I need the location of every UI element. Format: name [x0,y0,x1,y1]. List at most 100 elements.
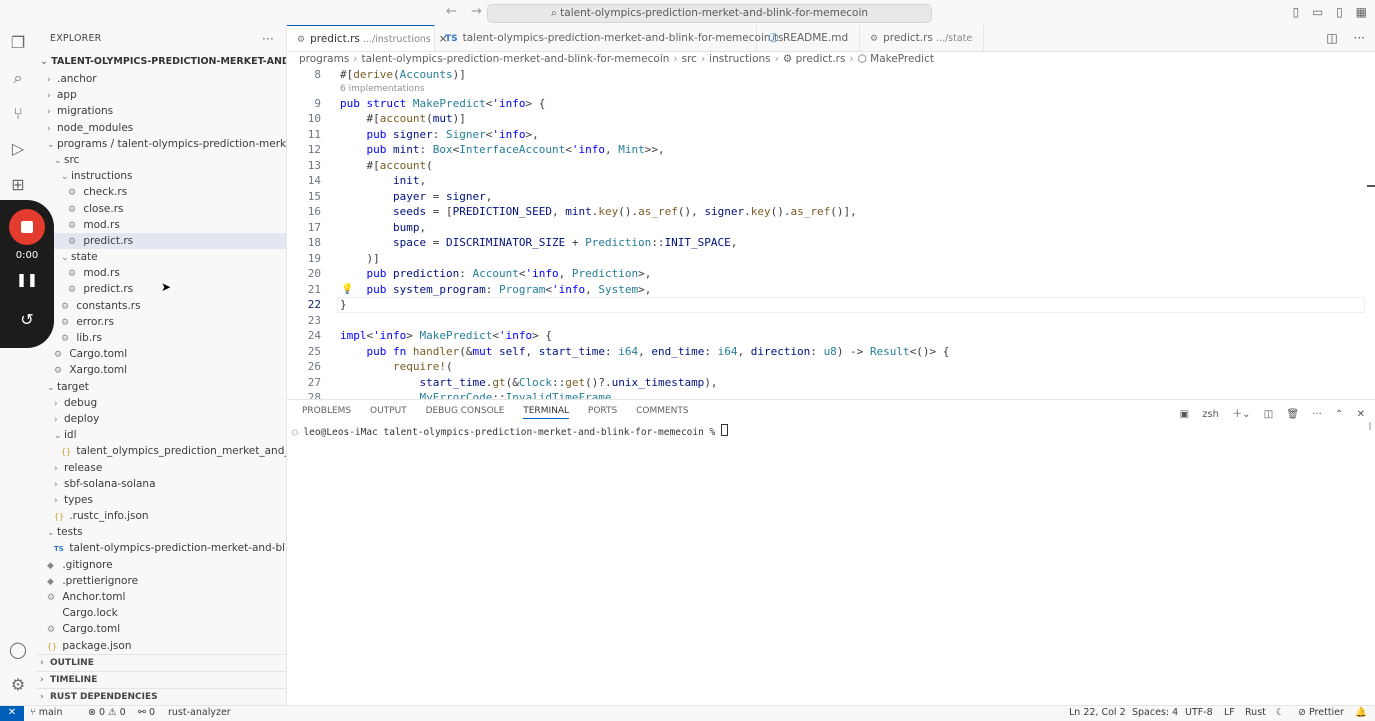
remote-indicator-icon[interactable]: ✕ [0,706,24,721]
codelens-implementations[interactable]: 6 implementations [287,83,1367,96]
code-line[interactable]: 20 pub prediction: Account<'info, Predic… [287,266,1367,282]
indentation[interactable]: Spaces: 4 [1132,706,1178,720]
tree-item[interactable]: ⚙ mod.rs [36,265,286,281]
tree-item[interactable]: ◆ .prettierignore [36,573,286,589]
end-of-line[interactable]: LF [1224,706,1235,720]
code-line[interactable]: 9 pub struct MakePredict<'info> { [287,96,1367,112]
code-editor[interactable]: 8 #[derive(Accounts)] 6 implementations 9 pu… [287,67,1367,406]
terminal-shell-selector[interactable]: ▣ zsh [1170,409,1219,420]
code-line[interactable]: 11 pub signer: Signer<'info>, [287,127,1367,143]
tree-item[interactable]: ⚙ lib.rs [36,330,286,346]
code-line[interactable]: 19 )] [287,251,1367,267]
code-line[interactable]: 18 space = DISCRIMINATOR_SIZE + Predicti… [287,235,1367,251]
tree-item[interactable]: ⚙ Cargo.toml [36,346,286,362]
more-actions-icon[interactable]: ··· [262,25,274,53]
tree-item[interactable]: ⌄ state [36,249,286,265]
tree-item[interactable]: ⌄ instructions [36,168,286,184]
toggle-secondary-sidebar-icon[interactable]: ▯ [1336,5,1343,19]
tree-item[interactable]: › release [36,460,286,476]
problems-indicator[interactable]: ⊗ 0 ⚠ 0 [88,706,126,720]
code-line[interactable]: 22} [287,297,1367,313]
tree-item[interactable]: ⚙ mod.rs [36,217,286,233]
code-line[interactable]: 17 bump, [287,220,1367,236]
tree-item[interactable]: › node_modules [36,120,286,136]
stop-recording-button[interactable] [9,209,45,245]
tree-item[interactable]: › .anchor [36,71,286,87]
tree-item[interactable]: ⚙ Xargo.toml [36,362,286,378]
code-line[interactable]: 24 impl<'info> MakePredict<'info> { [287,328,1367,344]
tree-item[interactable]: ⚙ Anchor.toml [36,589,286,605]
more-actions-icon[interactable]: ··· [1312,409,1322,420]
breadcrumb-symbol[interactable]: ⬡ MakePredict [858,53,934,65]
moon-icon[interactable]: ☾ [1276,706,1285,720]
forward-arrow-icon[interactable]: → [471,4,482,19]
manage-gear-icon[interactable]: ⚙ [8,675,28,695]
code-line[interactable]: 23 [287,313,1367,329]
split-terminal-icon[interactable]: ◫ [1264,409,1273,420]
tab-debug-console[interactable]: DEBUG CONSOLE [426,406,505,418]
breadcrumb-item[interactable]: ⚙ predict.rs [783,53,846,65]
tree-item[interactable]: › sbf-solana-solana [36,476,286,492]
tree-item[interactable]: ⚙ predict.rs [36,232,286,250]
tab-ports[interactable]: PORTS [588,406,617,418]
tree-item[interactable]: ⚙ close.rs [36,201,286,217]
extensions-icon[interactable]: ⊞ [8,175,28,195]
tree-item[interactable]: ◆ .gitignore [36,557,286,573]
close-panel-icon[interactable]: ✕ [1357,409,1365,420]
tab-comments[interactable]: COMMENTS [636,406,689,418]
code-line[interactable]: 13 #[account( [287,158,1367,174]
tree-item[interactable]: › app [36,87,286,103]
notifications-bell-icon[interactable]: 🔔 [1355,706,1367,720]
code-line[interactable]: 26 require!( [287,359,1367,375]
tab-output[interactable]: OUTPUT [370,406,407,418]
code-line[interactable]: 14 init, [287,173,1367,189]
tree-item[interactable]: {} talent_olympics_prediction_merket_and… [36,443,286,459]
tree-item[interactable]: › types [36,492,286,508]
tab-predict-instructions[interactable]: ⚙ predict.rs .../instructions × [287,25,448,51]
tree-item[interactable]: ⌄ programs / talent-olympics-prediction-m… [36,136,286,152]
outline-section[interactable]: › OUTLINE [36,654,286,671]
tree-item[interactable]: ⚙ Cargo.toml [36,621,286,637]
code-line[interactable]: 25 pub fn handler(&mut self, start_time:… [287,344,1367,360]
tree-item[interactable]: ⚙ error.rs [36,314,286,330]
breadcrumb-item[interactable]: programs [299,53,349,65]
rust-dependencies-section[interactable]: › RUST DEPENDENCIES [36,688,286,705]
tab-predict-state[interactable]: ⚙ predict.rs .../state [860,25,984,51]
code-line[interactable]: 27 start_time.gt(&Clock::get()?.unix_tim… [287,375,1367,391]
tree-item[interactable]: › debug [36,395,286,411]
tree-item[interactable]: ⌄ idl [36,427,286,443]
kill-terminal-icon[interactable]: 🗑 [1286,409,1299,420]
tree-item[interactable]: › deploy [36,411,286,427]
tree-item[interactable]: ⌄ target [36,379,286,395]
tab-terminal[interactable]: TERMINAL [523,406,570,419]
tree-item[interactable]: TS talent-olympics-prediction-merket-and… [36,540,286,556]
new-terminal-icon[interactable]: ＋⌄ [1232,409,1250,420]
search-icon[interactable]: ⌕ [8,68,28,88]
toggle-panel-icon[interactable]: ▭ [1312,5,1323,19]
cursor-position[interactable]: Ln 22, Col 2 [1069,706,1126,720]
language-mode[interactable]: Rust [1245,706,1266,720]
toggle-sidebar-icon[interactable]: ▯ [1293,5,1300,19]
tree-item[interactable]: {} .rustc_info.json [36,508,286,524]
tab-readme[interactable]: ⓘ README.md [759,25,860,51]
breadcrumb-item[interactable]: instructions [709,53,771,65]
code-line[interactable]: 12 pub mint: Box<InterfaceAccount<'info,… [287,142,1367,158]
code-line[interactable]: 8 #[derive(Accounts)] [287,67,1367,83]
branch-indicator[interactable]: ⑂ main [30,706,62,720]
tab-test-ts[interactable]: TS talent-olympics-prediction-merket-and-… [435,25,783,51]
tree-item[interactable]: Cargo.lock [36,605,286,621]
code-line[interactable]: 16 seeds = [PREDICTION_SEED, mint.key().… [287,204,1367,220]
encoding[interactable]: UTF-8 [1185,706,1213,720]
source-control-icon[interactable]: ⑂ [8,104,28,124]
tree-item[interactable]: ⚙ constants.rs [36,298,286,314]
restart-icon[interactable]: ↺ [0,310,54,329]
terminal-output[interactable]: ○ leo@Leos-iMac talent-olympics-predicti… [292,424,728,438]
customize-layout-icon[interactable]: ▦ [1356,5,1367,19]
explorer-icon[interactable]: ❐ [8,33,28,53]
code-line[interactable]: 10 #[account(mut)] [287,111,1367,127]
run-debug-icon[interactable]: ▷ [8,139,28,159]
split-editor-icon[interactable]: ◫ [1326,31,1337,45]
maximize-panel-icon[interactable]: ⌃ [1335,409,1343,420]
tab-problems[interactable]: PROBLEMS [302,406,351,418]
command-center-search[interactable]: ⌕ talent-olympics-prediction-merket-and-… [487,4,932,23]
